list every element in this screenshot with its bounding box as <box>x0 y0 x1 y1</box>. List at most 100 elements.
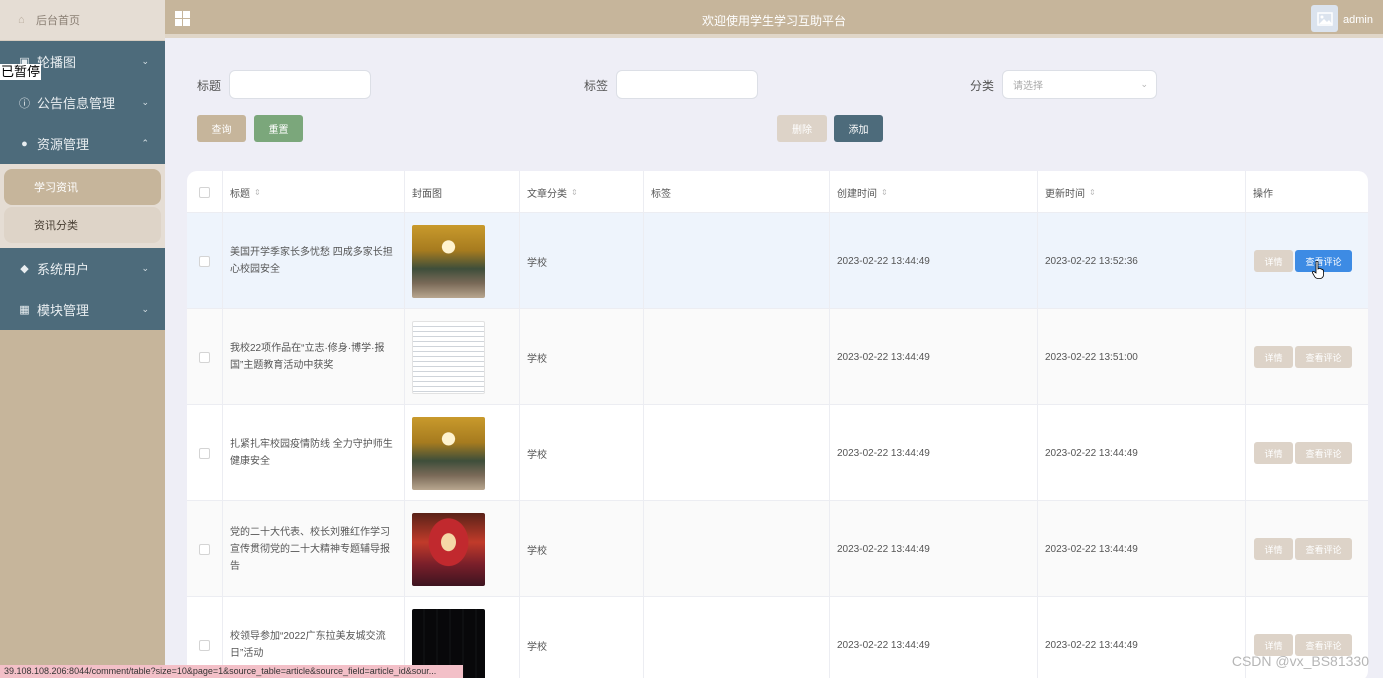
table-row[interactable]: 党的二十大代表、校长刘雅红作学习宣传贯彻党的二十大精神专题辅导报告 学校 2023-… <box>187 501 1368 597</box>
chevron-down-icon: ⌄ <box>141 97 149 107</box>
chevron-down-icon: ⌄ <box>141 304 149 314</box>
row-checkbox[interactable] <box>199 351 210 363</box>
column-header-updated[interactable]: 更新时间 ⇕ <box>1038 171 1246 213</box>
row-checkbox[interactable] <box>199 447 210 459</box>
view-comments-button[interactable]: 查看评论 <box>1295 442 1352 464</box>
info-icon: ⓘ <box>19 97 30 110</box>
chevron-down-icon: ⌄ <box>141 56 149 66</box>
sidebar-item-users[interactable]: ◆ 系统用户 ⌄ <box>0 248 165 289</box>
tag-label: 标签 <box>584 79 609 93</box>
select-all-checkbox[interactable] <box>199 186 210 198</box>
title-input[interactable] <box>229 70 371 99</box>
status-bar-url: 39.108.108.206:8044/comment/table?size=1… <box>0 665 463 678</box>
username[interactable]: admin <box>1343 14 1373 26</box>
article-title: 党的二十大代表、校长刘雅红作学习宣传贯彻党的二十大精神专题辅导报告 <box>230 526 390 572</box>
user-icon: ◆ <box>20 263 29 275</box>
view-comments-button[interactable]: 查看评论 <box>1295 538 1352 560</box>
tag-cell <box>644 405 830 501</box>
delete-button[interactable]: 删除 <box>777 115 827 142</box>
submenu-item-study-news[interactable]: 学习资讯 <box>4 169 161 205</box>
updated-cell: 2023-02-22 13:51:00 <box>1038 309 1246 405</box>
cover-image[interactable] <box>412 512 485 586</box>
actions-cell: 详情 查看评论 <box>1246 501 1368 597</box>
sidebar-item-announcements[interactable]: ⓘ 公告信息管理 ⌄ <box>0 82 165 123</box>
view-comments-button[interactable]: 查看评论 <box>1295 346 1352 368</box>
sidebar-item-label: 公告信息管理 <box>37 96 116 111</box>
page-title: 欢迎使用学生学习互助平台 <box>701 14 846 28</box>
created-cell: 2023-02-22 13:44:49 <box>830 501 1038 597</box>
actions-cell: 详情 查看评论 <box>1246 309 1368 405</box>
cover-image[interactable] <box>412 320 485 394</box>
avatar[interactable] <box>1311 5 1338 32</box>
tag-cell <box>644 597 830 678</box>
created-cell: 2023-02-22 13:44:49 <box>830 309 1038 405</box>
sidebar: ⌂ 后台首页 ▣ 轮播图 ⌄ ⓘ 公告信息管理 ⌄ ● 资源管理 ⌃ 学习资讯 … <box>0 0 165 678</box>
updated-cell: 2023-02-22 13:44:49 <box>1038 501 1246 597</box>
cover-image[interactable] <box>412 416 485 490</box>
top-header: 欢迎使用学生学习互助平台 admin <box>165 0 1383 38</box>
sidebar-item-resources[interactable]: ● 资源管理 ⌃ <box>0 123 165 164</box>
table-row[interactable]: 美国开学季家长多忧愁 四成多家长担心校园安全 学校 2023-02-22 13:44… <box>187 213 1368 309</box>
cover-cell <box>405 213 520 309</box>
updated-cell: 2023-02-22 13:44:49 <box>1038 405 1246 501</box>
header-checkbox-cell <box>187 171 223 213</box>
category-select[interactable]: 请选择 ⌄ <box>1002 70 1157 99</box>
table-row[interactable]: 扎紧扎牢校园疫情防线 全力守护师生健康安全 学校 2023-02-22 13:44:… <box>187 405 1368 501</box>
tag-input[interactable] <box>616 70 758 99</box>
sort-icon: ⇕ <box>254 187 261 197</box>
article-title: 校领导参加“2022广东拉美友城交流日”活动 <box>230 631 386 659</box>
category-cell: 学校 <box>520 405 644 501</box>
column-header-title[interactable]: 标题 ⇕ <box>223 171 405 213</box>
title-label: 标题 <box>197 79 222 93</box>
table-header: 标题 ⇕ 封面图 文章分类 ⇕ 标签 创建时间 ⇕ 更新时间 ⇕ 操作 <box>187 171 1368 213</box>
add-button[interactable]: 添加 <box>834 115 883 142</box>
detail-button[interactable]: 详情 <box>1254 442 1293 464</box>
category-placeholder: 请选择 <box>1013 81 1043 92</box>
chevron-up-icon: ⌃ <box>141 138 149 148</box>
cover-cell <box>405 309 520 405</box>
detail-button[interactable]: 详情 <box>1254 346 1293 368</box>
detail-button[interactable]: 详情 <box>1254 538 1293 560</box>
row-checkbox[interactable] <box>199 255 210 267</box>
tag-cell <box>644 213 830 309</box>
sidebar-item-label: 模块管理 <box>37 303 90 318</box>
chevron-down-icon: ⌄ <box>141 263 149 273</box>
article-table: 标题 ⇕ 封面图 文章分类 ⇕ 标签 创建时间 ⇕ 更新时间 ⇕ 操作 美国开学季家长多… <box>187 171 1368 678</box>
sidebar-home[interactable]: ⌂ 后台首页 <box>0 0 165 41</box>
sort-icon: ⇕ <box>881 187 888 197</box>
reset-button[interactable]: 重置 <box>254 115 303 142</box>
cover-cell <box>405 405 520 501</box>
title-cell: 美国开学季家长多忧愁 四成多家长担心校园安全 <box>223 213 405 309</box>
article-title: 我校22项作品在“立志·修身·博学·报国”主题教育活动中获奖 <box>230 343 385 371</box>
updated-cell: 2023-02-22 13:52:36 <box>1038 213 1246 309</box>
column-header-tag: 标签 <box>644 171 830 213</box>
sort-icon: ⇕ <box>1089 187 1096 197</box>
category-cell: 学校 <box>520 309 644 405</box>
checkbox-cell <box>187 309 223 405</box>
sidebar-item-label: 系统用户 <box>37 262 90 277</box>
row-checkbox[interactable] <box>199 639 210 651</box>
updated-cell: 2023-02-22 13:44:49 <box>1038 597 1246 678</box>
query-button[interactable]: 查询 <box>197 115 246 142</box>
sidebar-item-modules[interactable]: ▦ 模块管理 ⌄ <box>0 289 165 330</box>
submenu: 学习资讯 资讯分类 <box>0 164 165 248</box>
column-header-category[interactable]: 文章分类 ⇕ <box>520 171 644 213</box>
sidebar-home-label: 后台首页 <box>36 15 80 27</box>
table-row[interactable]: 我校22项作品在“立志·修身·博学·报国”主题教育活动中获奖 学校 2023-02-… <box>187 309 1368 405</box>
bulb-icon: ● <box>21 137 28 150</box>
title-cell: 扎紧扎牢校园疫情防线 全力守护师生健康安全 <box>223 405 405 501</box>
checkbox-cell <box>187 213 223 309</box>
grid-icon: ▦ <box>19 304 30 316</box>
sidebar-item-label: 资源管理 <box>37 137 90 152</box>
detail-button[interactable]: 详情 <box>1254 250 1293 272</box>
submenu-item-news-category[interactable]: 资讯分类 <box>4 207 161 243</box>
chevron-down-icon: ⌄ <box>1140 79 1148 89</box>
article-title: 美国开学季家长多忧愁 四成多家长担心校园安全 <box>230 247 393 275</box>
cover-image[interactable] <box>412 224 485 298</box>
category-label: 分类 <box>970 79 995 93</box>
title-cell: 我校22项作品在“立志·修身·博学·报国”主题教育活动中获奖 <box>223 309 405 405</box>
row-checkbox[interactable] <box>199 543 210 555</box>
category-cell: 学校 <box>520 501 644 597</box>
column-header-created[interactable]: 创建时间 ⇕ <box>830 171 1038 213</box>
sort-icon: ⇕ <box>571 187 578 197</box>
